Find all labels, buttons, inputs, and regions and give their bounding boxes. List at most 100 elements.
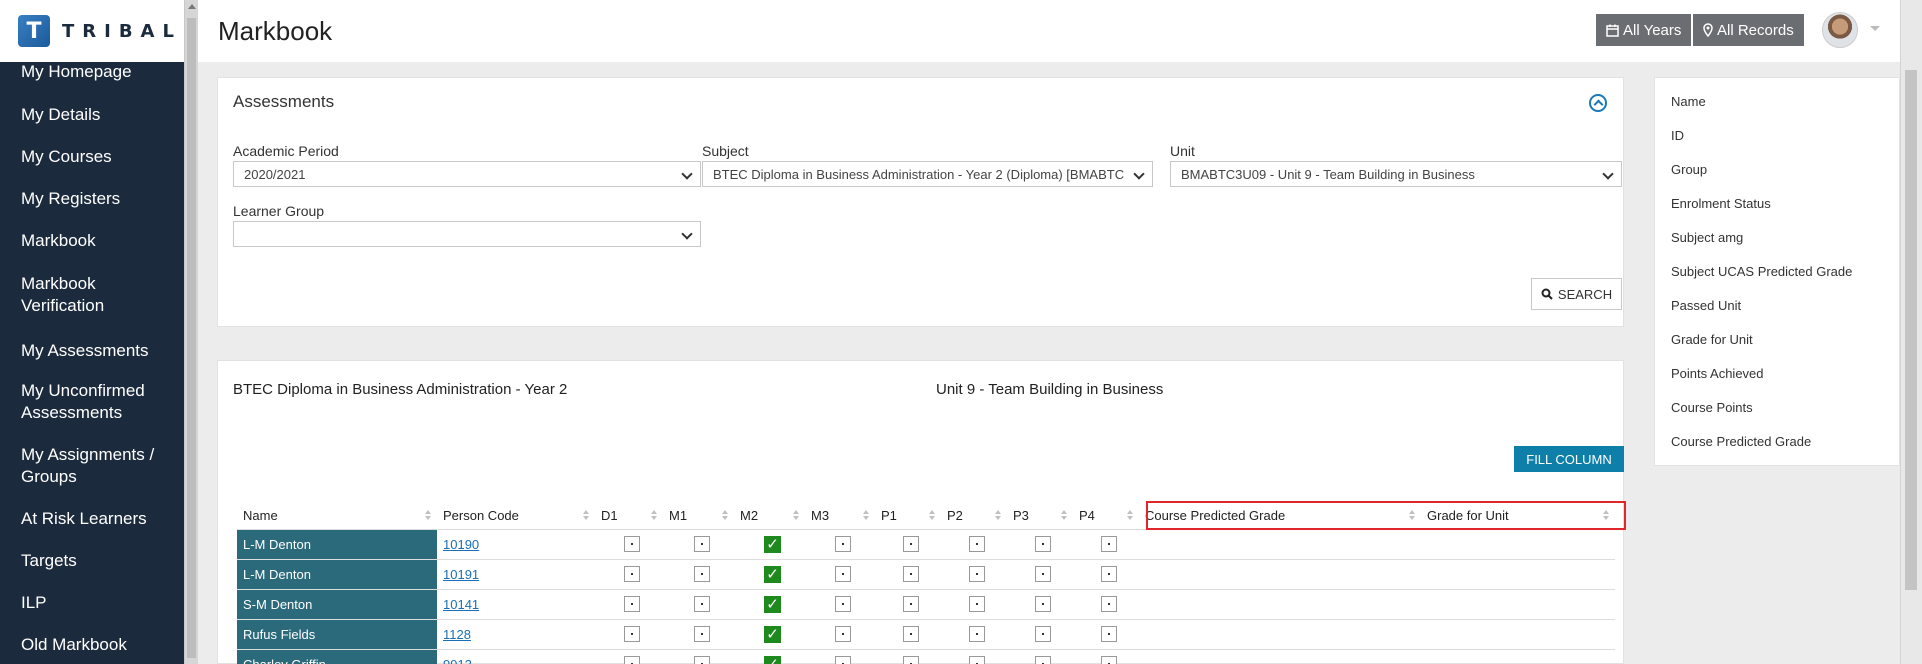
sidebar-item[interactable]: My Details [0, 104, 180, 126]
criteria-checkbox[interactable] [969, 536, 985, 553]
column-option[interactable]: Subject amg [1655, 214, 1899, 248]
criteria-checkbox[interactable] [903, 596, 919, 613]
sidebar-item[interactable]: My Assignments / Groups [0, 444, 180, 488]
sort-icon[interactable] [651, 510, 657, 521]
person-code-link[interactable]: 10190 [443, 537, 479, 552]
sort-icon[interactable] [1061, 510, 1067, 521]
scrollbar-thumb[interactable] [1905, 70, 1917, 590]
search-button[interactable]: SEARCH [1531, 278, 1622, 310]
criteria-checkbox[interactable] [835, 536, 851, 553]
all-records-button[interactable]: All Records [1693, 14, 1804, 46]
criteria-checkbox[interactable] [1101, 566, 1117, 583]
checkmark-icon[interactable]: ✓ [764, 655, 781, 664]
col-header-p4[interactable]: P4 [1073, 502, 1139, 530]
learner-group-select[interactable] [233, 221, 701, 247]
criteria-checkbox[interactable] [835, 566, 851, 583]
criteria-checkbox[interactable] [693, 566, 710, 583]
person-code-link[interactable]: 1128 [443, 627, 471, 642]
person-code-link[interactable]: 10191 [443, 567, 479, 582]
sidebar-item[interactable]: My Unconfirmed Assessments [0, 380, 180, 424]
sort-icon[interactable] [722, 510, 728, 521]
criteria-checkbox[interactable] [624, 596, 640, 613]
column-option[interactable]: Subject UCAS Predicted Grade [1655, 248, 1899, 282]
column-option[interactable]: Passed Unit [1655, 282, 1899, 316]
criteria-checkbox[interactable] [624, 656, 640, 664]
criteria-checkbox[interactable] [693, 626, 710, 643]
criteria-checkbox[interactable] [693, 596, 710, 613]
criteria-checkbox[interactable] [835, 626, 851, 643]
scrollbar-thumb[interactable] [187, 18, 196, 658]
criteria-checkbox[interactable] [1035, 596, 1051, 613]
sidebar-item[interactable]: My Registers [0, 188, 180, 210]
sort-icon[interactable] [929, 510, 935, 521]
column-option[interactable]: Name [1655, 78, 1899, 112]
criteria-checkbox[interactable] [1035, 626, 1051, 643]
sidebar-item[interactable]: Targets [0, 550, 180, 572]
checkmark-icon[interactable]: ✓ [764, 595, 781, 613]
criteria-checkbox[interactable] [624, 566, 640, 583]
academic-period-select[interactable]: 2020/2021 [233, 161, 701, 187]
criteria-checkbox[interactable] [1035, 656, 1051, 664]
criteria-checkbox[interactable] [969, 596, 985, 613]
unit-select[interactable]: BMABTC3U09 - Unit 9 - Team Building in B… [1170, 161, 1622, 187]
col-header-person-code[interactable]: Person Code [437, 502, 595, 530]
criteria-checkbox[interactable] [969, 566, 985, 583]
column-option[interactable]: Group [1655, 146, 1899, 180]
checkmark-icon[interactable]: ✓ [764, 625, 781, 643]
criteria-checkbox[interactable] [1035, 566, 1051, 583]
col-header-d1[interactable]: D1 [595, 502, 663, 530]
criteria-checkbox[interactable] [1101, 536, 1117, 553]
sidebar-item[interactable]: My Homepage [0, 61, 180, 83]
sidebar-item[interactable]: Markbook [0, 230, 180, 252]
criteria-checkbox[interactable] [1101, 656, 1117, 664]
column-option[interactable]: Course Predicted Grade [1655, 418, 1899, 452]
col-header-m3[interactable]: M3 [805, 502, 875, 530]
criteria-checkbox[interactable] [1101, 626, 1117, 643]
scroll-up-icon[interactable] [188, 4, 196, 9]
sidebar-item[interactable]: Old Markbook [0, 634, 180, 656]
criteria-checkbox[interactable] [969, 626, 985, 643]
criteria-checkbox[interactable] [835, 656, 851, 664]
criteria-checkbox[interactable] [835, 596, 851, 613]
person-code-link[interactable]: 9913 [443, 657, 472, 664]
criteria-checkbox[interactable] [693, 656, 710, 664]
criteria-checkbox[interactable] [903, 626, 919, 643]
criteria-checkbox[interactable] [693, 536, 710, 553]
col-header-m2[interactable]: M2 [734, 502, 805, 530]
sidebar-item[interactable]: My Courses [0, 146, 180, 168]
sort-icon[interactable] [863, 510, 869, 521]
sidebar-item[interactable]: ILP [0, 592, 180, 614]
criteria-checkbox[interactable] [903, 536, 919, 553]
sort-icon[interactable] [583, 510, 589, 521]
page-scrollbar[interactable] [1900, 0, 1922, 664]
col-header-m1[interactable]: M1 [663, 502, 734, 530]
col-header-p3[interactable]: P3 [1007, 502, 1073, 530]
sidebar-scrollbar[interactable] [184, 0, 198, 664]
column-option[interactable]: Points Achieved [1655, 350, 1899, 384]
sort-icon[interactable] [793, 510, 799, 521]
checkmark-icon[interactable]: ✓ [764, 565, 781, 583]
column-option[interactable]: ID [1655, 112, 1899, 146]
all-years-button[interactable]: All Years [1596, 14, 1692, 46]
chevron-down-icon[interactable] [1870, 26, 1880, 31]
column-option[interactable]: Grade for Unit [1655, 316, 1899, 350]
criteria-checkbox[interactable] [903, 656, 919, 664]
brand[interactable]: T TRIBAL [0, 0, 184, 62]
criteria-checkbox[interactable] [903, 566, 919, 583]
col-header-p1[interactable]: P1 [875, 502, 941, 530]
criteria-checkbox[interactable] [969, 656, 985, 664]
avatar[interactable] [1822, 12, 1858, 48]
person-code-link[interactable]: 10141 [443, 597, 479, 612]
sidebar-item[interactable]: Markbook Verification [0, 273, 180, 317]
sort-icon[interactable] [425, 510, 431, 521]
checkmark-icon[interactable]: ✓ [764, 535, 781, 553]
sort-icon[interactable] [1127, 510, 1133, 521]
fill-column-button[interactable]: FILL COLUMN [1514, 446, 1624, 472]
sort-icon[interactable] [995, 510, 1001, 521]
subject-select[interactable]: BTEC Diploma in Business Administration … [702, 161, 1153, 187]
criteria-checkbox[interactable] [1101, 596, 1117, 613]
criteria-checkbox[interactable] [1035, 536, 1051, 553]
col-header-name[interactable]: Name [237, 502, 437, 530]
col-header-p2[interactable]: P2 [941, 502, 1007, 530]
criteria-checkbox[interactable] [624, 626, 640, 643]
